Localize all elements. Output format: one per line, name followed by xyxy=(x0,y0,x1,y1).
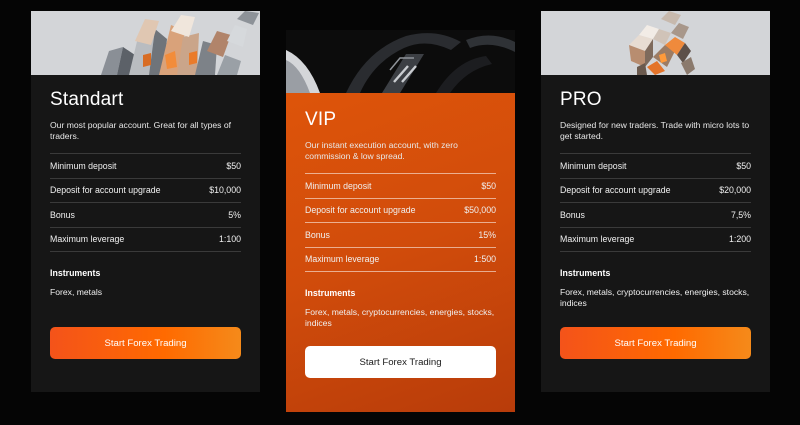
detail-row-bonus: Bonus 5% xyxy=(50,203,241,228)
detail-row-deposit-upgrade: Deposit for account upgrade $50,000 xyxy=(305,199,496,223)
detail-label: Maximum leverage xyxy=(50,234,125,245)
detail-row-maximum-leverage: Maximum leverage 1:200 xyxy=(560,228,751,252)
detail-value: 15% xyxy=(478,229,496,240)
start-forex-trading-button[interactable]: Start Forex Trading xyxy=(50,327,241,359)
detail-value: $50,000 xyxy=(464,205,496,216)
detail-row-minimum-deposit: Minimum deposit $50 xyxy=(50,154,241,179)
instruments-heading: Instruments xyxy=(50,268,101,278)
account-details-list: Minimum deposit $50 Deposit for account … xyxy=(50,153,241,252)
start-forex-trading-button[interactable]: Start Forex Trading xyxy=(560,327,751,359)
detail-value: 1:100 xyxy=(218,234,241,245)
detail-label: Minimum deposit xyxy=(305,180,372,191)
detail-value: $50 xyxy=(736,160,751,171)
detail-label: Bonus xyxy=(305,229,330,240)
detail-label: Deposit for account upgrade xyxy=(560,185,671,196)
detail-label: Deposit for account upgrade xyxy=(50,185,161,196)
account-card-pro: PRO Designed for new traders. Trade with… xyxy=(541,11,770,392)
detail-row-deposit-upgrade: Deposit for account upgrade $20,000 xyxy=(560,179,751,203)
instruments-list: Forex, metals, cryptocurrencies, energie… xyxy=(560,287,750,308)
account-card-standart: Standart Our most popular account. Great… xyxy=(31,11,260,392)
card-hero-image xyxy=(541,11,770,75)
detail-row-maximum-leverage: Maximum leverage 1:100 xyxy=(50,228,241,252)
card-description: Our instant execution account, with zero… xyxy=(305,140,458,161)
detail-value: 1:200 xyxy=(728,234,751,245)
abstract-dark-image xyxy=(286,30,515,93)
detail-label: Deposit for account upgrade xyxy=(305,205,416,216)
instruments-list: Forex, metals, cryptocurrencies, energie… xyxy=(305,307,495,328)
detail-value: 7,5% xyxy=(730,209,751,220)
detail-value: $10,000 xyxy=(209,185,241,196)
account-details-list: Minimum deposit $50 Deposit for account … xyxy=(560,153,751,252)
card-title: VIP xyxy=(305,109,337,130)
card-description: Designed for new traders. Trade with mic… xyxy=(560,120,750,141)
detail-label: Bonus xyxy=(50,209,75,220)
detail-row-deposit-upgrade: Deposit for account upgrade $10,000 xyxy=(50,179,241,203)
detail-row-maximum-leverage: Maximum leverage 1:500 xyxy=(305,248,496,272)
card-description: Our most popular account. Great for all … xyxy=(50,120,232,141)
account-card-vip: VIP Our instant execution account, with … xyxy=(286,30,515,412)
card-hero-image xyxy=(31,11,260,75)
detail-label: Minimum deposit xyxy=(560,160,627,171)
detail-value: $50 xyxy=(481,180,496,191)
abstract-cubes-image xyxy=(101,11,259,75)
detail-row-minimum-deposit: Minimum deposit $50 xyxy=(305,174,496,199)
detail-value: 1:500 xyxy=(473,254,496,265)
detail-label: Minimum deposit xyxy=(50,160,117,171)
instruments-heading: Instruments xyxy=(560,268,611,278)
detail-row-minimum-deposit: Minimum deposit $50 xyxy=(560,154,751,179)
instruments-heading: Instruments xyxy=(305,288,356,298)
card-title: PRO xyxy=(560,89,602,110)
card-title: Standart xyxy=(50,89,124,110)
detail-row-bonus: Bonus 7,5% xyxy=(560,203,751,228)
instruments-list: Forex, metals xyxy=(50,287,103,297)
start-forex-trading-button[interactable]: Start Forex Trading xyxy=(305,346,496,378)
abstract-cubes-image xyxy=(629,11,695,75)
detail-row-bonus: Bonus 15% xyxy=(305,223,496,248)
detail-value: $50 xyxy=(226,160,241,171)
account-details-list: Minimum deposit $50 Deposit for account … xyxy=(305,173,496,272)
detail-label: Bonus xyxy=(560,209,585,220)
detail-label: Maximum leverage xyxy=(560,234,635,245)
detail-label: Maximum leverage xyxy=(305,254,380,265)
detail-value: $20,000 xyxy=(719,185,751,196)
detail-value: 5% xyxy=(228,209,241,220)
card-hero-image xyxy=(286,30,515,93)
